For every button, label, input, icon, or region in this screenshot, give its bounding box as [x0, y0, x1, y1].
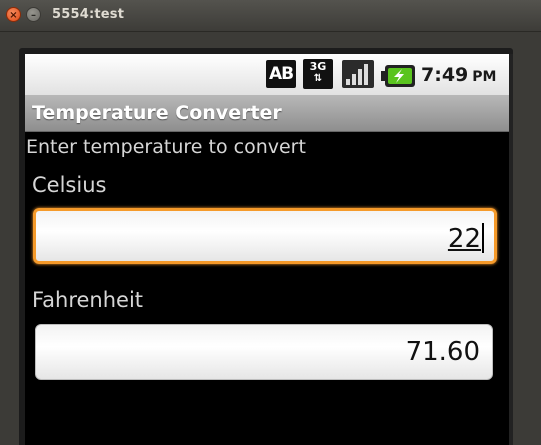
celsius-label: Celsius [32, 173, 107, 197]
fahrenheit-label: Fahrenheit [32, 288, 144, 312]
fahrenheit-input[interactable]: 71.60 [35, 324, 493, 380]
skin-edge [509, 54, 513, 445]
instruction-text: Enter temperature to convert [26, 136, 306, 158]
network-type-label: 3G [309, 60, 327, 73]
clock-time: 7:49 [421, 64, 469, 86]
close-icon[interactable]: × [6, 7, 21, 22]
celsius-value: 22 [448, 223, 484, 254]
minimize-icon[interactable]: – [26, 7, 41, 22]
app-title-bar: Temperature Converter [25, 95, 509, 132]
window-title: 5554:test [52, 7, 125, 22]
data-arrows-icon: ⇅ [313, 73, 323, 84]
status-bar: AB 3G ⇅ 7:49 PM [25, 54, 509, 95]
clock: 7:49 PM [421, 64, 496, 86]
clock-ampm: PM [472, 69, 497, 85]
celsius-input[interactable]: 22 [33, 208, 497, 264]
ab-icon: AB [266, 60, 296, 88]
fahrenheit-value: 71.60 [405, 337, 480, 367]
window-titlebar: × – 5554:test [0, 0, 541, 32]
battery-charging-icon [381, 65, 415, 87]
device-screen: AB 3G ⇅ 7:49 PM Temperature Converter Ent… [25, 54, 509, 445]
text-cursor [482, 223, 484, 253]
app-title: Temperature Converter [32, 102, 282, 124]
celsius-value-text: 22 [447, 224, 481, 254]
signal-icon [342, 60, 374, 88]
3g-data-icon: 3G ⇅ [303, 59, 333, 89]
